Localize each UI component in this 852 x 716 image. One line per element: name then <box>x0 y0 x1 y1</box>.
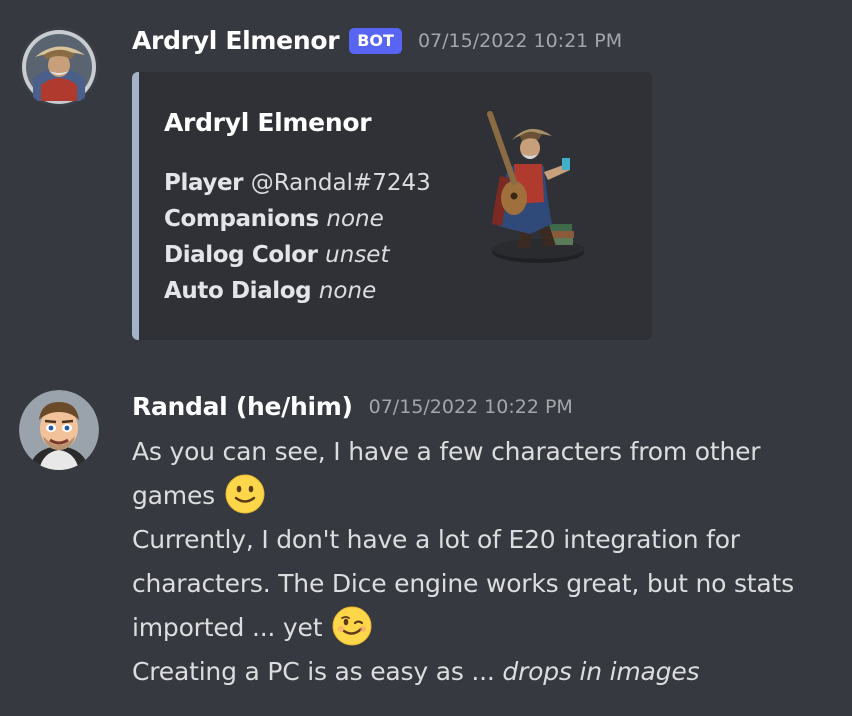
message-text: games <box>132 481 215 510</box>
embed-field-player: Player @Randal#7243 <box>164 169 431 205</box>
message-timestamp: 07/15/2022 10:22 PM <box>368 395 573 418</box>
field-value: none <box>326 206 384 232</box>
message-line: games <box>132 474 832 518</box>
field-value: none <box>318 278 377 304</box>
message-text: imported ... yet <box>132 613 323 642</box>
slightly-smiling-face-icon[interactable] <box>225 474 265 514</box>
winking-face-icon[interactable] <box>332 606 372 646</box>
message-line: characters. The Dice engine works great,… <box>132 562 832 606</box>
field-name: Dialog Color <box>164 242 326 268</box>
field-name: Auto Dialog <box>164 278 319 304</box>
bard-figurine-icon[interactable] <box>474 106 594 266</box>
embed-field-dialog-color: Dialog Color unset <box>164 241 431 277</box>
field-name: Companions <box>164 206 327 232</box>
message-line: Creating a PC is as easy as ... drops in… <box>132 650 832 694</box>
message-content: As you can see, I have a few characters … <box>132 430 832 694</box>
field-value: unset <box>325 242 390 268</box>
embed-field-auto-dialog: Auto Dialog none <box>164 277 431 313</box>
bot-badge: BOT <box>349 27 402 54</box>
embed-accent-bar <box>132 72 139 340</box>
field-value[interactable]: @Randal#7243 <box>251 170 431 196</box>
embed-fields: Player @Randal#7243 Companions none Dial… <box>164 169 431 313</box>
message-text: As you can see, I have a few characters … <box>132 437 761 466</box>
message-timestamp: 07/15/2022 10:21 PM <box>417 29 623 52</box>
character-portrait-icon[interactable] <box>19 27 99 107</box>
character-embed: Ardryl Elmenor Player @Randal#7243 Compa… <box>132 72 652 340</box>
message-text: Currently, I don't have a lot of E20 int… <box>132 525 740 554</box>
message-text: characters. The Dice engine works great,… <box>132 569 794 598</box>
embed-field-companions: Companions none <box>164 205 431 241</box>
author-name[interactable]: Ardryl Elmenor <box>132 26 340 55</box>
cartoon-portrait-icon[interactable] <box>19 390 99 470</box>
message-text: Creating a PC is as easy as ... <box>132 657 503 686</box>
message-line: imported ... yet <box>132 606 832 650</box>
message-line: As you can see, I have a few characters … <box>132 430 832 474</box>
chat-messages: Ardryl Elmenor BOT 07/15/2022 10:21 PM A… <box>0 0 852 716</box>
message-italic-text: drops in images <box>502 657 700 686</box>
field-name: Player <box>164 170 251 196</box>
message-header: Randal (he/him) 07/15/2022 10:22 PM <box>132 392 573 421</box>
author-name[interactable]: Randal (he/him) <box>132 392 353 421</box>
message-header: Ardryl Elmenor BOT 07/15/2022 10:21 PM <box>132 26 622 55</box>
message-line: Currently, I don't have a lot of E20 int… <box>132 518 832 562</box>
embed-title: Ardryl Elmenor <box>164 108 372 137</box>
